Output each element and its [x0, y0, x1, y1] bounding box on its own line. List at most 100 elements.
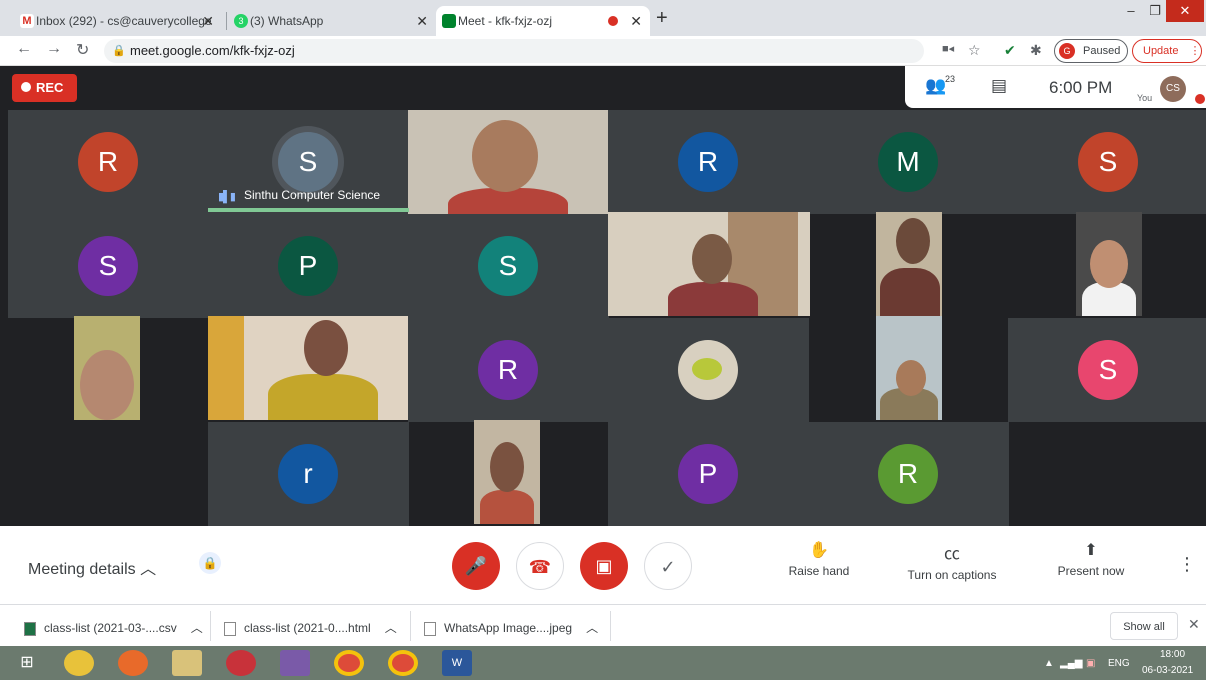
participant-tile[interactable]: S: [1008, 110, 1206, 214]
forward-icon[interactable]: →: [46, 40, 62, 58]
participant-avatar: R: [78, 132, 138, 192]
camera-off-icon: ▣: [595, 556, 613, 576]
app-icon[interactable]: [280, 650, 310, 676]
audio-level-icon: ▮▌▮: [218, 191, 236, 203]
download-item[interactable]: WhatsApp Image....jpeg ︿: [424, 619, 598, 636]
mic-off-icon: 🎤: [464, 556, 488, 576]
clock-time[interactable]: 18:00: [1160, 649, 1185, 660]
close-tab-icon[interactable]: ✕: [416, 13, 428, 30]
url-field[interactable]: 🔒 meet.google.com/kfk-fxjz-ozj: [104, 39, 924, 63]
close-window-button[interactable]: ✕: [1166, 0, 1204, 22]
update-label: Update: [1143, 45, 1179, 57]
signal-icon[interactable]: ▂▄▆: [1060, 658, 1082, 669]
participant-video[interactable]: [408, 110, 608, 214]
close-downloads-icon[interactable]: ✕: [1188, 616, 1200, 633]
windows-start-icon[interactable]: ⊞: [12, 650, 42, 676]
chrome-icon[interactable]: [334, 650, 364, 676]
participant-tile[interactable]: R: [608, 110, 809, 214]
close-tab-icon[interactable]: ✕: [630, 13, 642, 30]
participant-video[interactable]: [474, 420, 540, 524]
camera-icon[interactable]: ■◂: [942, 42, 954, 55]
participant-video[interactable]: [74, 316, 140, 420]
reload-icon[interactable]: ↻: [76, 40, 89, 60]
meeting-time: 6:00 PM: [1049, 78, 1113, 97]
new-tab-button[interactable]: +: [656, 7, 668, 30]
participant-avatar: r: [278, 444, 338, 504]
tab-whatsapp[interactable]: 3 (3) WhatsApp ✕: [228, 6, 436, 36]
camera-off-button[interactable]: ▣: [580, 542, 628, 590]
download-item[interactable]: class-list (2021-03-....csv ︿: [24, 619, 203, 636]
participants-count: 23: [945, 74, 956, 84]
app-icon[interactable]: [64, 650, 94, 676]
participant-avatar: M: [878, 132, 938, 192]
participant-video[interactable]: [1076, 212, 1142, 316]
people-icon[interactable]: 👥: [925, 76, 946, 96]
windows-taskbar: ⊞ W ▲ ▂▄▆ ▣ ENG 18:00 06-03-2021: [0, 646, 1206, 680]
participant-tile[interactable]: S: [8, 214, 209, 318]
file-explorer-icon[interactable]: [172, 650, 202, 676]
browser-tab-bar: M Inbox (292) - cs@cauverycollege ✕ 3 (3…: [0, 0, 1206, 36]
word-icon[interactable]: W: [442, 650, 472, 676]
check-button[interactable]: ✓: [644, 542, 692, 590]
chevron-up-icon[interactable]: ︿: [191, 621, 203, 635]
close-tab-icon[interactable]: ✕: [202, 13, 214, 30]
recording-badge: REC: [12, 74, 77, 102]
tray-chevron-icon[interactable]: ▲: [1044, 658, 1054, 669]
participant-tile[interactable]: S: [1008, 318, 1206, 422]
network-error-icon[interactable]: ▣: [1086, 658, 1095, 669]
mic-off-button[interactable]: 🎤: [452, 542, 500, 590]
language-indicator[interactable]: ENG: [1108, 658, 1130, 669]
chrome-profile-icon[interactable]: [388, 650, 418, 676]
profile-paused-button[interactable]: G Paused: [1054, 39, 1128, 63]
tab-meet[interactable]: Meet - kfk-fxjz-ozj ✕: [436, 6, 650, 36]
participant-video[interactable]: [876, 316, 942, 420]
more-options-icon[interactable]: ⋮: [1178, 554, 1196, 575]
back-icon[interactable]: ←: [16, 40, 32, 58]
firefox-icon[interactable]: [118, 650, 148, 676]
raise-hand-button[interactable]: ✋ Raise hand: [786, 540, 852, 578]
check-extension-icon[interactable]: ✔: [1004, 42, 1016, 59]
participant-video[interactable]: [876, 212, 942, 316]
tab-gmail[interactable]: M Inbox (292) - cs@cauverycollege ✕: [14, 6, 222, 36]
maximize-button[interactable]: ❐: [1144, 0, 1166, 22]
app-icon[interactable]: [226, 650, 256, 676]
participant-tile[interactable]: R: [408, 318, 609, 422]
minimize-button[interactable]: –: [1118, 0, 1144, 22]
speaker-name: Sinthu Computer Science: [244, 188, 381, 202]
download-filename: class-list (2021-03-....csv: [44, 621, 177, 635]
present-now-button[interactable]: ⬆ Present now: [1054, 540, 1128, 578]
download-item[interactable]: class-list (2021-0....html ︿: [224, 619, 397, 636]
parrot-avatar: [678, 340, 738, 400]
show-all-button[interactable]: Show all: [1110, 612, 1178, 640]
participant-tile[interactable]: [608, 318, 809, 422]
extensions-icon[interactable]: ✱: [1030, 42, 1042, 59]
participant-tile[interactable]: R: [808, 422, 1009, 526]
tab-title: (3) WhatsApp: [250, 14, 324, 28]
top-info-panel: 👥 23 ▤ 6:00 PM You CS: [905, 66, 1206, 108]
meeting-details-button[interactable]: Meeting details ︿: [28, 555, 156, 579]
participant-tile[interactable]: M: [808, 110, 1009, 214]
captions-button[interactable]: ㏄ Turn on captions: [902, 540, 1002, 582]
participant-video[interactable]: [608, 212, 810, 316]
update-button[interactable]: Update ⋮: [1132, 39, 1202, 63]
self-avatar[interactable]: CS: [1160, 76, 1186, 102]
participant-tile[interactable]: P: [608, 422, 809, 526]
clock-date[interactable]: 06-03-2021: [1142, 665, 1193, 676]
star-icon[interactable]: ☆: [968, 42, 981, 59]
meet-icon: [442, 14, 456, 28]
participant-video[interactable]: [208, 316, 408, 420]
participant-tile[interactable]: S: [408, 214, 609, 318]
shield-icon[interactable]: 🔒: [199, 552, 221, 574]
csv-file-icon: [24, 621, 36, 636]
chevron-up-icon: ︿: [140, 561, 157, 578]
raise-hand-label: Raise hand: [788, 564, 850, 578]
chat-icon[interactable]: ▤: [991, 76, 1007, 96]
present-label: Present now: [1057, 564, 1125, 578]
chevron-up-icon[interactable]: ︿: [385, 621, 397, 635]
participant-tile[interactable]: r: [208, 422, 409, 526]
image-file-icon: [424, 621, 436, 636]
chevron-up-icon[interactable]: ︿: [586, 621, 598, 635]
participant-tile[interactable]: P: [208, 214, 409, 318]
participant-tile[interactable]: R: [8, 110, 209, 214]
leave-call-button[interactable]: ☎: [516, 542, 564, 590]
